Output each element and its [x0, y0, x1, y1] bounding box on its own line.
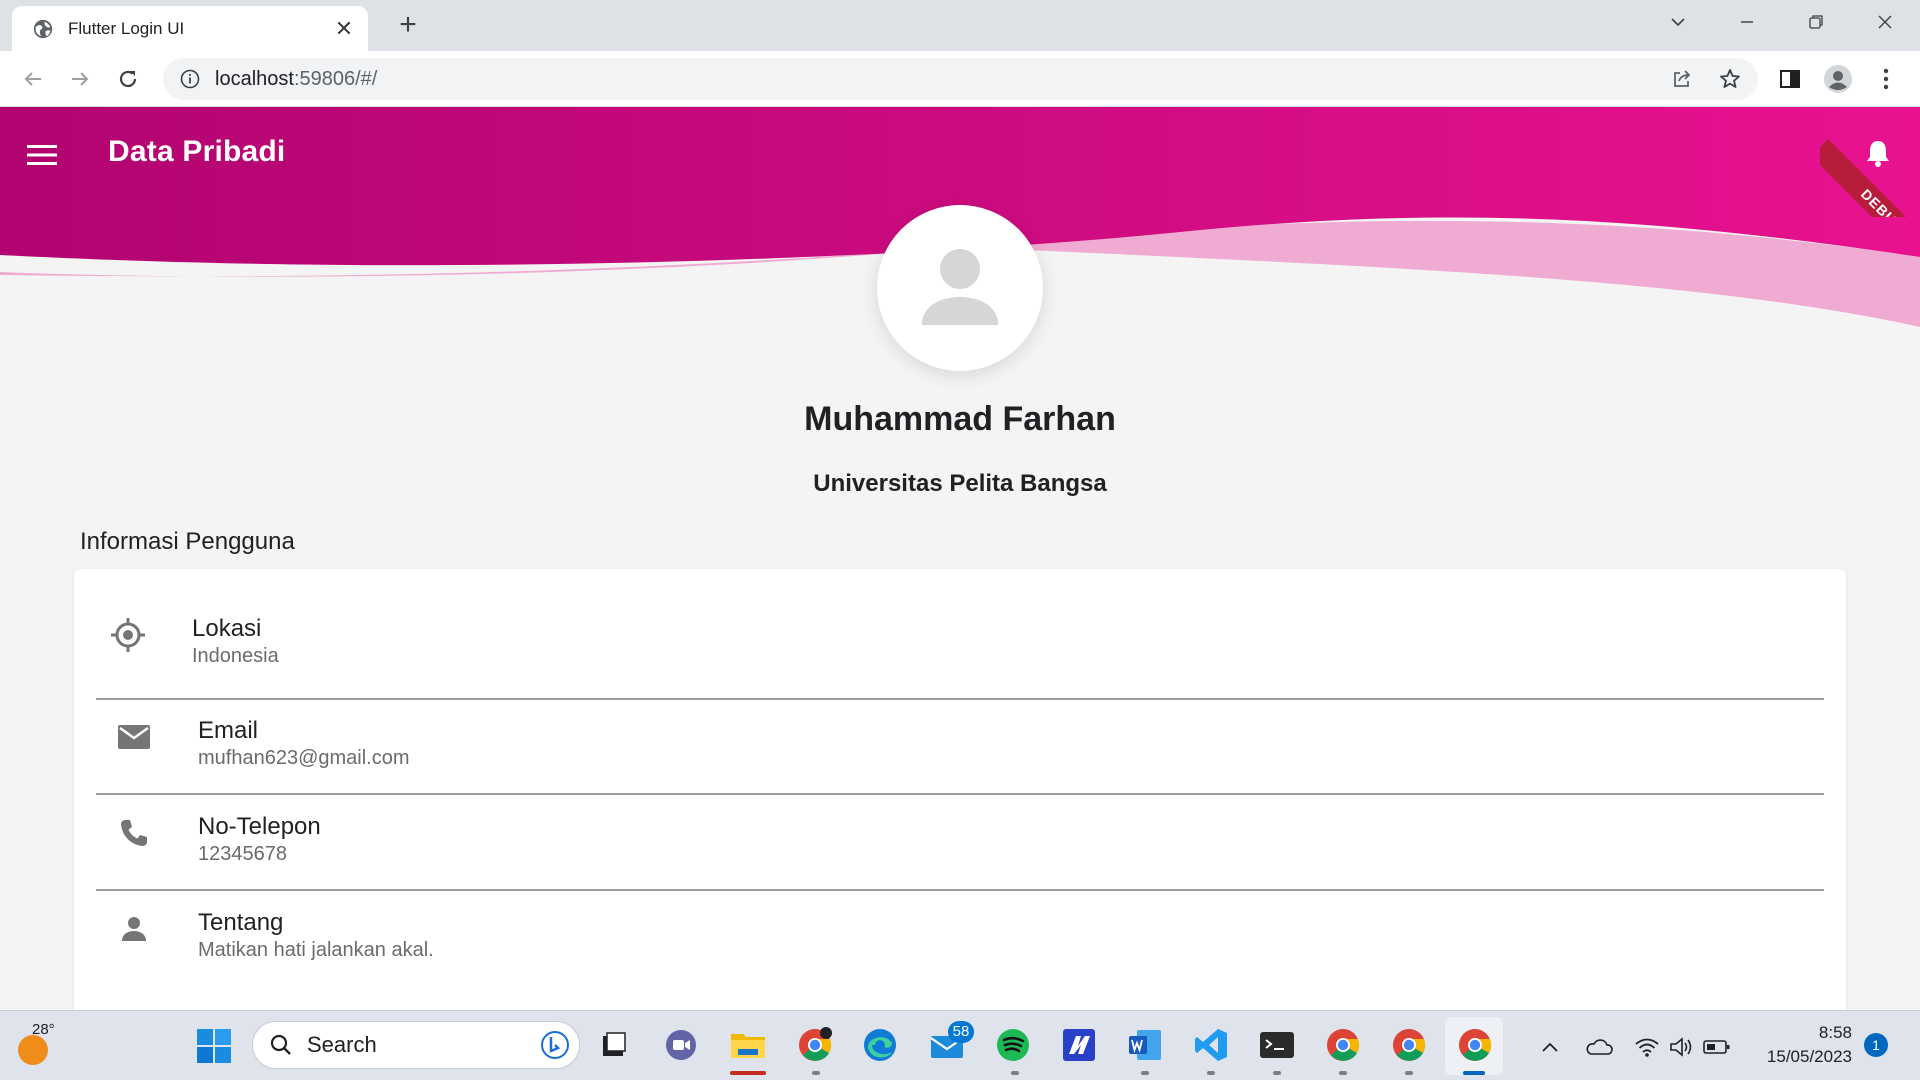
mail-badge: 58: [948, 1021, 974, 1043]
active-indicator: [730, 1071, 766, 1075]
item-value: 12345678: [198, 843, 287, 865]
taskbar-search-input[interactable]: Search: [252, 1021, 580, 1069]
address-bar[interactable]: localhost:59806/#/: [163, 58, 1758, 100]
divider: [96, 889, 1824, 891]
list-item-telepon[interactable]: No-Telepon 12345678: [96, 813, 1824, 873]
list-item-email[interactable]: Email mufhan623@gmail.com: [96, 717, 1824, 777]
active-indicator: [1463, 1071, 1485, 1075]
side-panel-icon[interactable]: [1772, 61, 1808, 97]
clock-time: 8:58: [1818, 1023, 1852, 1042]
bing-icon: [541, 1031, 569, 1059]
menu-kebab-icon[interactable]: [1868, 61, 1904, 97]
task-view-icon[interactable]: [594, 1025, 634, 1065]
running-indicator: [1405, 1071, 1413, 1075]
clock-date: 15/05/2023: [1766, 1047, 1852, 1066]
profile-avatar-icon[interactable]: [1820, 61, 1856, 97]
terminal-icon[interactable]: [1257, 1025, 1297, 1065]
person-icon: [114, 909, 154, 949]
tab-title: Flutter Login UI: [68, 18, 185, 38]
divider: [96, 793, 1824, 795]
url-text: localhost:59806/#/: [215, 67, 378, 90]
item-value: Indonesia: [192, 645, 279, 667]
share-icon[interactable]: [1664, 61, 1700, 97]
battery-icon[interactable]: [1701, 1031, 1733, 1063]
running-indicator: [1207, 1071, 1215, 1075]
phone-icon: [114, 813, 154, 853]
spotify-icon[interactable]: [993, 1025, 1033, 1065]
hamburger-menu-icon[interactable]: [24, 137, 60, 173]
person-placeholder-icon: [922, 249, 998, 325]
taskbar-clock[interactable]: 8:58 15/05/2023: [1748, 1021, 1852, 1069]
app-m-icon[interactable]: [1059, 1025, 1099, 1065]
site-info-icon[interactable]: [179, 68, 201, 90]
globe-icon: [33, 19, 53, 38]
running-indicator: [1273, 1071, 1281, 1075]
email-icon: [114, 717, 154, 757]
item-label: Tentang: [198, 909, 284, 936]
list-item-lokasi[interactable]: Lokasi Indonesia: [96, 615, 1824, 675]
vscode-icon[interactable]: [1191, 1025, 1231, 1065]
chevron-up-icon[interactable]: [1534, 1031, 1566, 1063]
restore-button[interactable]: [1793, 6, 1839, 38]
section-title: Informasi Pengguna: [80, 528, 295, 555]
word-icon[interactable]: [1125, 1025, 1165, 1065]
forward-button[interactable]: [62, 61, 98, 97]
bookmark-star-icon[interactable]: [1712, 61, 1748, 97]
divider: [96, 698, 1824, 700]
notification-count-badge[interactable]: 1: [1864, 1033, 1888, 1057]
taskbar: 28° Search 58 8:58 15/05/2023 1: [0, 1010, 1920, 1080]
teams-chat-icon[interactable]: [661, 1025, 701, 1065]
item-label: Email: [198, 717, 259, 744]
chrome-icon[interactable]: [1323, 1025, 1363, 1065]
user-info-card: Lokasi Indonesia Email mufhan623@gmail.c…: [74, 569, 1846, 1010]
edge-icon[interactable]: [860, 1025, 900, 1065]
location-target-icon: [108, 615, 148, 655]
browser-tab[interactable]: Flutter Login UI ✕: [12, 6, 368, 51]
chrome-active-icon[interactable]: [1455, 1025, 1495, 1065]
item-value: Matikan hati jalankan akal.: [198, 939, 434, 961]
item-label: Lokasi: [192, 615, 262, 642]
item-label: No-Telepon: [198, 813, 321, 840]
search-icon: [270, 1034, 291, 1055]
weather-sun-icon: [18, 1035, 48, 1065]
avatar: [877, 205, 1043, 371]
weather-widget[interactable]: 28°: [16, 1021, 56, 1065]
close-tab-icon[interactable]: ✕: [332, 16, 356, 42]
minimize-button[interactable]: [1724, 6, 1770, 38]
app-viewport: Data Pribadi DEBUG Muhammad Farhan Unive…: [0, 107, 1920, 1010]
close-window-button[interactable]: [1862, 6, 1908, 38]
wifi-icon[interactable]: [1631, 1031, 1663, 1063]
windows-start-icon[interactable]: [196, 1028, 232, 1064]
list-item-tentang[interactable]: Tentang Matikan hati jalankan akal.: [96, 909, 1824, 969]
tab-search-icon[interactable]: [1655, 6, 1701, 38]
browser-tabstrip: Flutter Login UI ✕ +: [0, 0, 1920, 51]
browser-toolbar: localhost:59806/#/: [0, 51, 1920, 107]
volume-icon[interactable]: [1666, 1031, 1698, 1063]
item-value: mufhan623@gmail.com: [198, 747, 410, 769]
profile-organization: Universitas Pelita Bangsa: [813, 470, 1107, 497]
running-indicator: [1339, 1071, 1347, 1075]
back-button[interactable]: [15, 61, 51, 97]
onedrive-cloud-icon[interactable]: [1583, 1031, 1615, 1063]
reload-button[interactable]: [110, 61, 146, 97]
file-explorer-icon[interactable]: [728, 1025, 768, 1065]
running-indicator: [1141, 1071, 1149, 1075]
chrome-icon[interactable]: [1389, 1025, 1429, 1065]
new-tab-button[interactable]: +: [392, 10, 424, 42]
debug-banner: DEBUG: [1820, 107, 1920, 217]
running-indicator: [812, 1071, 820, 1075]
profile-name: Muhammad Farhan: [804, 400, 1116, 438]
page-title: Data Pribadi: [108, 135, 286, 168]
chrome-profile-icon[interactable]: [795, 1025, 835, 1065]
running-indicator: [1011, 1071, 1019, 1075]
